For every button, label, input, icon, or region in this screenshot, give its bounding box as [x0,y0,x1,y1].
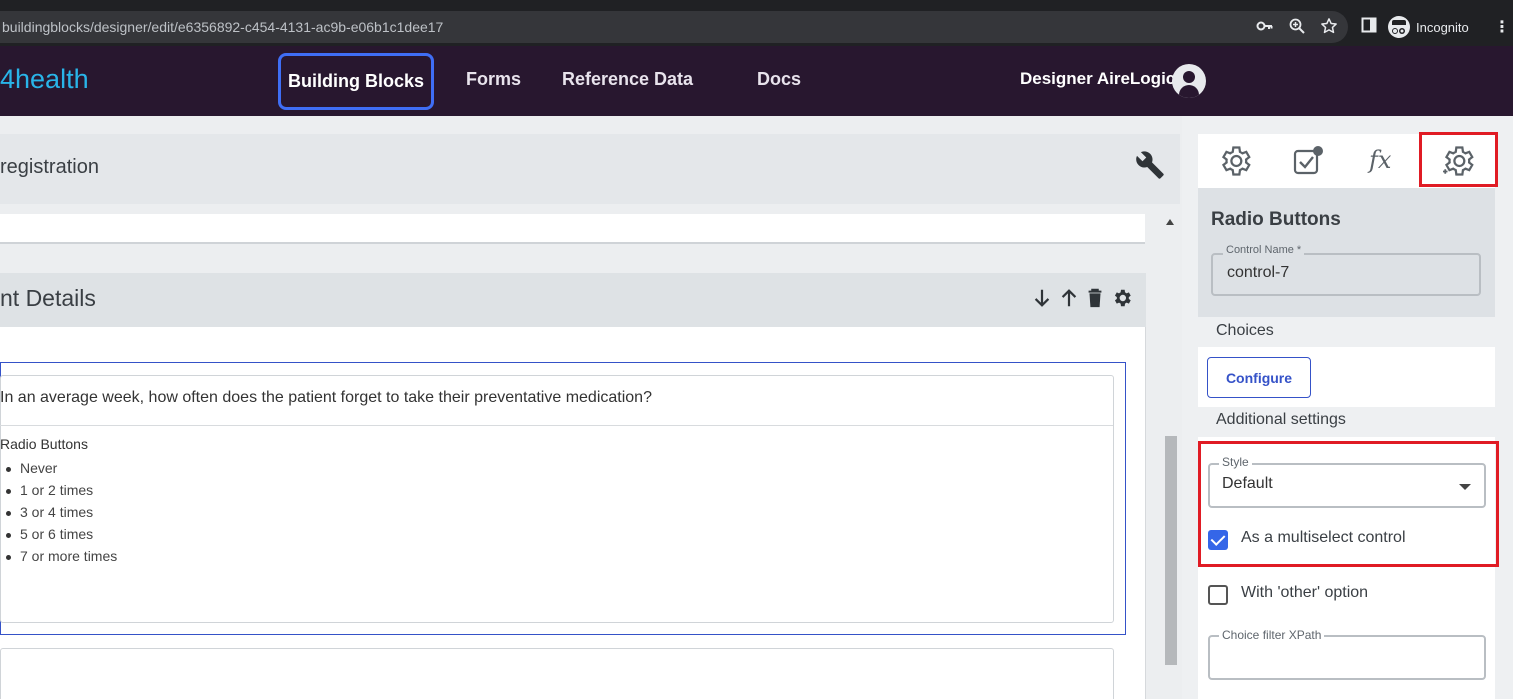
star-icon[interactable] [1319,17,1339,37]
control-name-label: Control Name * [1223,244,1305,256]
nav-building-blocks[interactable]: Building Blocks [278,53,434,110]
question-text: In an average week, how often does the p… [0,389,652,406]
nav-forms[interactable]: Forms [466,69,521,90]
sidebar-icon[interactable] [1359,17,1379,37]
page-title-bar [0,134,1180,204]
list-item: Never [5,460,117,482]
list-item: 3 or 4 times [5,504,117,526]
zoom-icon[interactable] [1287,17,1307,37]
control-name-value[interactable]: control-7 [1227,264,1289,282]
gear-icon[interactable] [1111,287,1133,309]
list-item: 5 or 6 times [5,526,117,548]
scrollbar-thumb[interactable] [1165,436,1177,665]
question-card[interactable] [0,375,1114,623]
section-title: nt Details [0,285,96,311]
app-logo[interactable]: 4health [0,64,89,95]
incognito-icon [1388,16,1410,38]
tab-function-fx-icon[interactable]: fx [1365,143,1401,179]
additional-settings-label: Additional settings [1216,411,1346,428]
more-icon[interactable]: ⋮ [1494,17,1510,37]
section-header [0,273,1146,327]
arrow-down-icon[interactable] [1031,287,1053,309]
address-url[interactable]: buildingblocks/designer/edit/e6356892-c4… [2,19,443,35]
key-icon[interactable] [1255,17,1275,37]
collapsed-section [0,214,1145,244]
arrow-up-icon[interactable] [1058,287,1080,309]
other-option-checkbox[interactable] [1208,585,1228,605]
incognito-indicator[interactable]: Incognito [1388,15,1469,39]
browser-tabstrip [0,0,1513,9]
scroll-up-icon[interactable] [1166,219,1174,225]
highlight-box-style-settings [1198,441,1499,567]
control-type-label: Radio Buttons [0,436,88,452]
user-name[interactable]: Designer AireLogic [1020,69,1175,89]
avatar[interactable] [1172,64,1206,98]
list-item: 1 or 2 times [5,482,117,504]
next-question-card[interactable] [0,648,1114,699]
tab-settings-gear-icon[interactable] [1217,143,1253,179]
card-divider [0,425,1113,426]
choices-list: Never 1 or 2 times 3 or 4 times 5 or 6 t… [5,460,117,570]
page-title: registration [0,156,99,178]
nav-docs[interactable]: Docs [757,69,801,90]
nav-reference-data[interactable]: Reference Data [562,69,693,90]
wrench-icon[interactable] [1135,150,1165,180]
svg-text:fx: fx [1367,146,1392,174]
choices-label: Choices [1216,322,1274,339]
other-option-label[interactable]: With 'other' option [1241,584,1368,602]
trash-icon[interactable] [1084,287,1106,309]
list-item: 7 or more times [5,548,117,570]
configure-button[interactable]: Configure [1207,357,1311,398]
choice-filter-xpath-label: Choice filter XPath [1219,628,1325,642]
incognito-label: Incognito [1416,19,1469,35]
panel-title: Radio Buttons [1211,209,1341,230]
tab-validation-checkbox-icon[interactable] [1290,143,1326,179]
highlight-box-advanced-tab [1419,132,1498,187]
